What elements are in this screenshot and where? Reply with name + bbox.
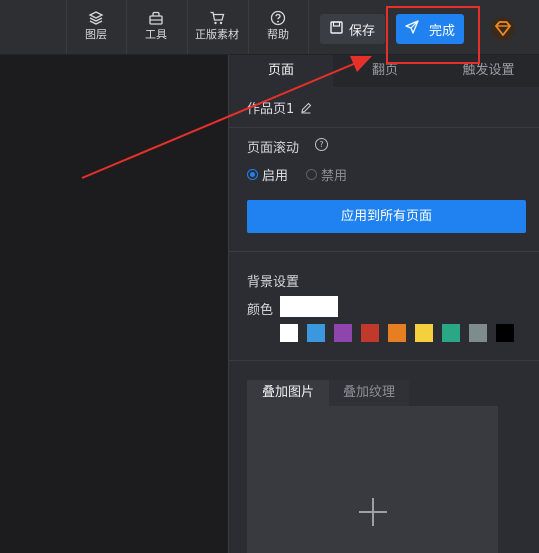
section-divider <box>229 360 539 361</box>
settings-panel: 页面 翻页 触发设置 作品页1 页面滚动 ? 启用 禁用 应用到所有页面 背景设 <box>228 55 539 553</box>
color-swatch[interactable] <box>442 324 460 342</box>
color-swatch[interactable] <box>280 324 298 342</box>
tool-assets[interactable]: 正版素材 <box>187 10 247 50</box>
radio-selected-icon <box>247 169 258 180</box>
section-divider <box>229 251 539 252</box>
cart-icon <box>187 10 247 26</box>
save-icon <box>330 20 343 38</box>
panel-tabs: 页面 翻页 触发设置 <box>229 55 539 87</box>
toolbar-divider <box>308 0 309 54</box>
radio-disable-label: 禁用 <box>321 169 348 184</box>
color-swatch[interactable] <box>469 324 487 342</box>
vip-diamond-icon[interactable] <box>490 16 516 42</box>
question-icon[interactable]: ? <box>315 138 328 151</box>
color-swatch[interactable] <box>307 324 325 342</box>
color-swatch[interactable] <box>415 324 433 342</box>
tool-layers[interactable]: 图层 <box>66 10 126 50</box>
color-swatch[interactable] <box>388 324 406 342</box>
color-label: 颜色 <box>247 303 274 318</box>
tool-toolbox[interactable]: 工具 <box>126 10 186 50</box>
annotation-highlight-box <box>386 6 480 64</box>
save-button[interactable]: 保存 <box>320 14 385 44</box>
help-icon <box>248 10 308 26</box>
pencil-icon[interactable] <box>300 99 312 118</box>
page-scroll-label: 页面滚动 <box>247 141 300 156</box>
background-settings-label: 背景设置 <box>247 275 300 290</box>
page-name-row: 作品页1 <box>229 87 539 128</box>
layers-icon <box>66 10 126 26</box>
toolbox-icon <box>126 10 186 26</box>
color-swatch[interactable] <box>334 324 352 342</box>
overlay-image-upload[interactable] <box>247 406 498 553</box>
radio-enable-label: 启用 <box>262 169 289 184</box>
radio-unselected-icon <box>306 169 317 180</box>
radio-enable[interactable]: 启用 <box>247 165 288 184</box>
save-button-label: 保存 <box>348 23 375 39</box>
tab-overlay-texture[interactable]: 叠加纹理 <box>329 380 409 406</box>
color-swatch[interactable] <box>361 324 379 342</box>
radio-disable[interactable]: 禁用 <box>306 165 347 184</box>
tab-overlay-image[interactable]: 叠加图片 <box>247 380 329 406</box>
color-swatch[interactable] <box>496 324 514 342</box>
canvas-area[interactable] <box>0 55 228 553</box>
tool-help[interactable]: 帮助 <box>248 10 308 50</box>
tool-help-label: 帮助 <box>267 28 289 41</box>
editor-window: 图层 工具 正版素材 帮助 保存 完成 页面 翻页 触发设置 作品页1 页面滚动… <box>0 0 539 553</box>
current-color-picker[interactable] <box>280 296 338 317</box>
tool-layers-label: 图层 <box>85 28 107 41</box>
plus-icon <box>359 498 387 526</box>
page-name: 作品页1 <box>247 102 295 117</box>
tab-page[interactable]: 页面 <box>229 55 333 87</box>
tool-assets-label: 正版素材 <box>195 28 239 41</box>
tool-toolbox-label: 工具 <box>145 28 167 41</box>
apply-to-all-pages-button[interactable]: 应用到所有页面 <box>247 200 526 233</box>
